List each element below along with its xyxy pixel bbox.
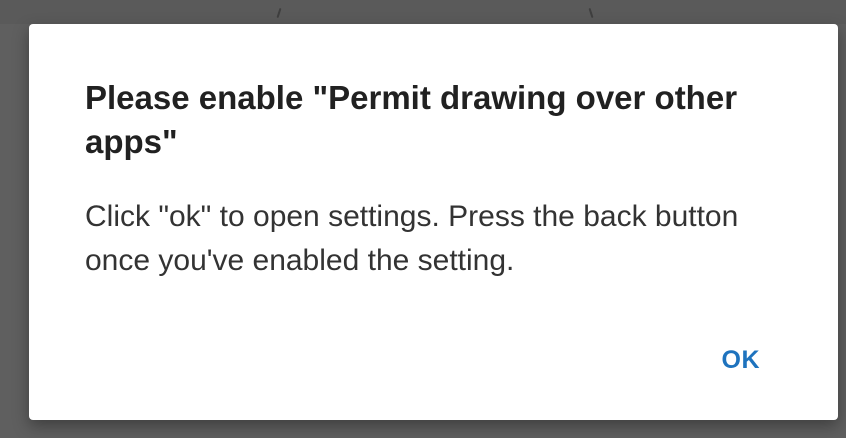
permission-dialog: Please enable "Permit drawing over other… [29,24,838,420]
dialog-title: Please enable "Permit drawing over other… [85,79,738,160]
background-app [0,0,846,24]
background-decoration [276,7,282,19]
ok-button[interactable]: OK [716,340,767,381]
dialog-message: Click "ok" to open settings. Press the b… [85,200,739,277]
background-decoration [588,7,594,19]
dialog-actions: OK [716,340,767,381]
